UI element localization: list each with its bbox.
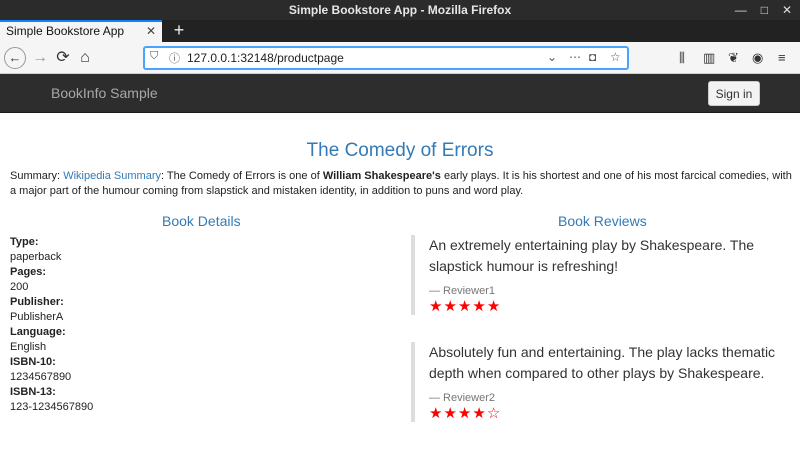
pocket-icon[interactable]: ◘ [589,50,596,64]
sidebar-icon[interactable]: ▥ [703,50,715,66]
star-filled-icon: ★ [443,405,458,422]
home-icon[interactable]: ⌂ [73,46,97,70]
star-filled-icon: ★ [457,298,473,315]
detail-key-isbn13: ISBN-13: [10,386,56,398]
site-info-icon[interactable]: ⓘ [169,50,180,66]
app-header: BookInfo Sample Sign in [0,74,800,113]
page-actions-icon[interactable]: ⋯ [569,50,581,64]
star-filled-icon: ★ [429,298,444,315]
detail-value-type: paperback [10,251,62,263]
window-controls: — □ ✕ [735,0,792,20]
library-icon[interactable]: ⫼ [679,50,685,66]
new-tab-icon[interactable]: + [170,20,188,42]
book-summary: Summary: Wikipedia Summary: The Comedy o… [10,169,795,199]
review-card: Absolutely fun and entertaining. The pla… [411,342,791,422]
url-dropdown-icon[interactable]: ⌄ [547,50,557,64]
tab-close-icon[interactable]: ✕ [146,22,156,41]
book-reviews-heading: Book Reviews [558,213,647,229]
detail-value-language: English [10,341,47,353]
main-content: The Comedy of Errors Summary: Wikipedia … [0,113,800,450]
detail-value-pages: 200 [10,281,29,293]
maximize-icon[interactable]: □ [761,0,768,20]
wikipedia-summary-link[interactable]: Wikipedia Summary [63,170,161,182]
brand-title[interactable]: BookInfo Sample [51,85,158,101]
review-author: — Reviewer2 [429,392,496,404]
detail-key-publisher: Publisher: [10,296,64,308]
window-title: Simple Bookstore App - Mozilla Firefox [288,3,512,17]
minimize-icon[interactable]: — [735,0,747,20]
tracking-shield-icon[interactable]: ⛉ [150,50,158,63]
extension-icon[interactable]: ❦ [728,50,739,66]
hamburger-menu-icon[interactable]: ≡ [778,50,786,65]
detail-key-type: Type: [10,236,39,248]
star-filled-icon: ★ [457,405,473,422]
review-text: An extremely entertaining play by Shakes… [429,237,755,274]
star-filled-icon: ★ [429,405,444,422]
url-input[interactable] [187,50,547,66]
detail-value-isbn13: 123-1234567890 [10,401,94,413]
sign-in-button[interactable]: Sign in [708,81,760,106]
star-empty-icon: ☆ [486,405,502,422]
navigation-toolbar: ← → ⟳ ⌂ ⛉ ⓘ ⌄ ⋯ ◘ ☆ ⫼ ▥ ❦ ◉ ≡ [0,42,800,74]
account-icon[interactable]: ◉ [752,50,763,66]
window-close-icon[interactable]: ✕ [782,0,792,20]
tab-label: Simple Bookstore App [6,24,125,38]
star-filled-icon: ★ [472,298,487,315]
reload-icon[interactable]: ⟳ [51,46,75,70]
tab-bar: Simple Bookstore App ✕ + [0,20,800,42]
book-details-list: Type: paperback Pages: 200 Publisher: Pu… [10,235,93,415]
star-filled-icon: ★ [472,405,487,422]
star-filled-icon: ★ [486,298,502,315]
star-rating: ★★★★★ [429,299,791,315]
detail-key-pages: Pages: [10,266,47,278]
url-bar[interactable]: ⛉ ⓘ ⌄ ⋯ ◘ ☆ [143,46,629,70]
forward-arrow-icon[interactable]: → [28,46,52,70]
detail-key-language: Language: [10,326,66,338]
page-title: The Comedy of Errors [306,140,494,161]
bookmark-star-icon[interactable]: ☆ [610,50,621,64]
review-author: — Reviewer1 [429,285,496,297]
summary-label: Summary: [10,170,64,182]
star-rating: ★★★★☆ [429,406,791,422]
summary-author: William Shakespeare's [322,170,441,182]
tab-simple-bookstore[interactable]: Simple Bookstore App ✕ [0,20,162,42]
book-details-heading: Book Details [162,213,241,229]
window-titlebar: Simple Bookstore App - Mozilla Firefox —… [0,0,800,20]
review-text: Absolutely fun and entertaining. The pla… [429,344,776,381]
summary-text-pre: : The Comedy of Errors is one of [161,170,323,182]
review-card: An extremely entertaining play by Shakes… [411,235,791,315]
detail-key-isbn10: ISBN-10: [10,356,56,368]
back-arrow-icon[interactable]: ← [4,47,26,69]
detail-value-isbn10: 1234567890 [10,371,72,383]
detail-value-publisher: PublisherA [10,311,64,323]
star-filled-icon: ★ [443,298,458,315]
